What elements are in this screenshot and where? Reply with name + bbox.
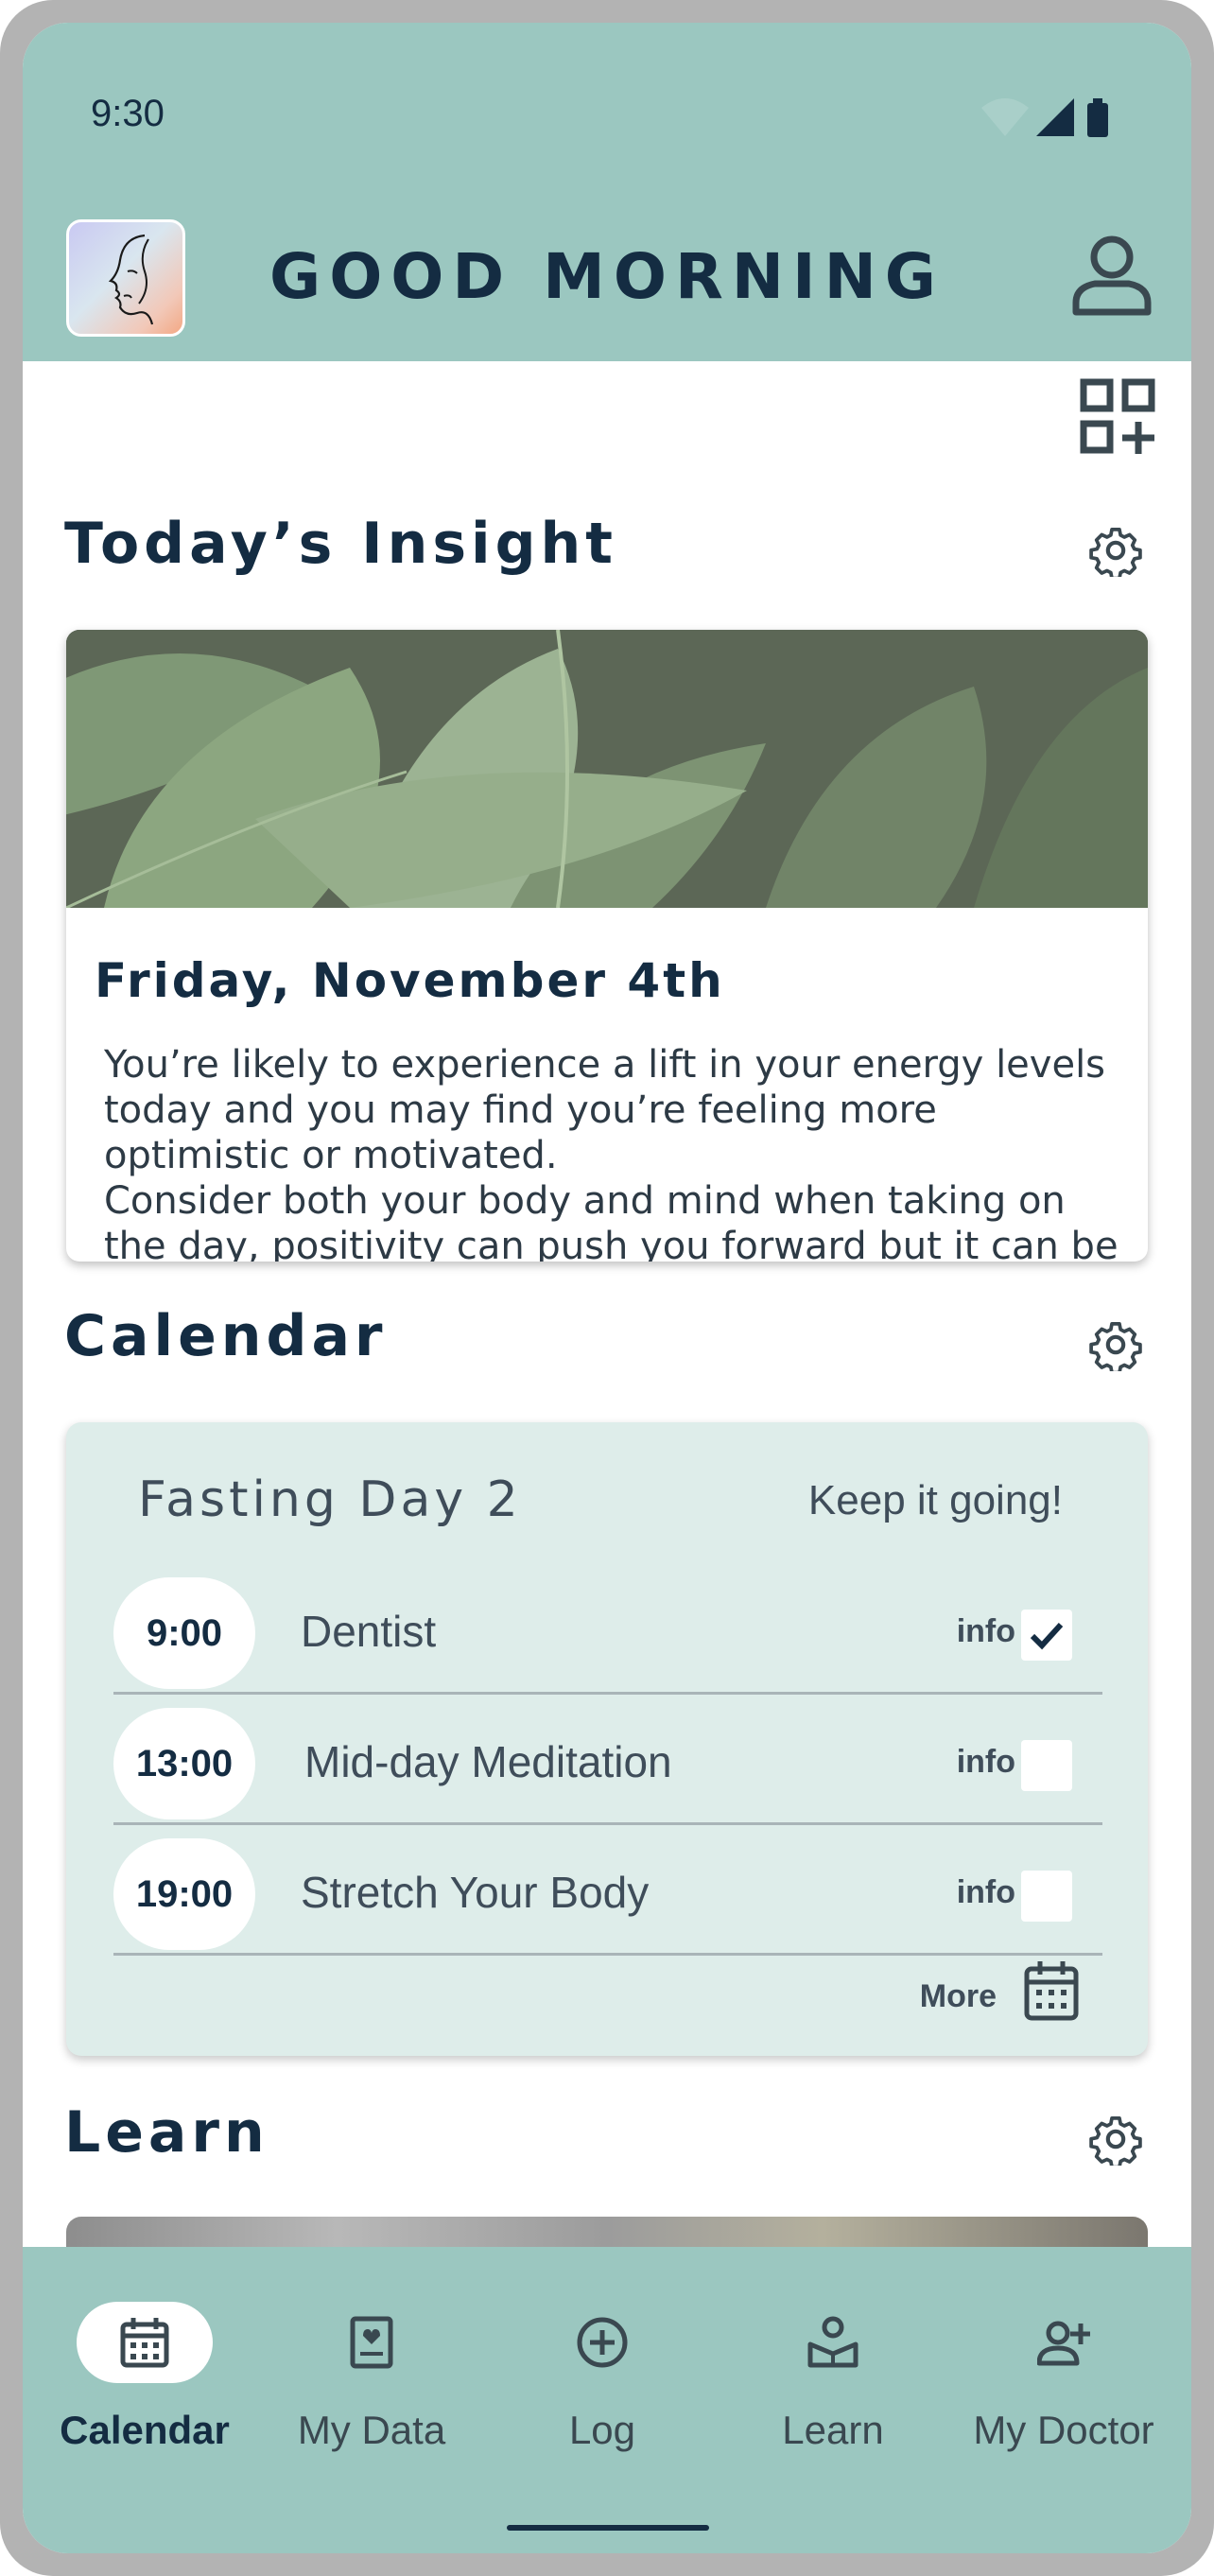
nav-label: My Doctor bbox=[973, 2408, 1154, 2452]
event-time: 13:00 bbox=[113, 1708, 255, 1819]
nav-icon-container bbox=[534, 2302, 670, 2383]
signal-icon bbox=[1036, 98, 1074, 136]
nav-active-indicator bbox=[77, 2302, 213, 2383]
more-events-link[interactable]: More bbox=[920, 1978, 997, 2015]
learn-settings-gear-icon[interactable] bbox=[1089, 2113, 1142, 2166]
fasting-day-label: Fasting Day 2 bbox=[138, 1471, 522, 1528]
bottom-nav: Calendar My Data Log Learn My Doctor bbox=[23, 2247, 1191, 2553]
event-info-link[interactable]: info bbox=[957, 1744, 1015, 1781]
calendar-event-row[interactable]: 13:00 Mid-day Meditation info bbox=[113, 1695, 1102, 1825]
data-book-icon bbox=[350, 2316, 393, 2369]
plant-leaves-image bbox=[66, 630, 1148, 908]
learn-icon bbox=[807, 2316, 858, 2368]
insight-card[interactable]: Friday, November 4th You’re likely to ex… bbox=[66, 630, 1148, 1262]
calendar-icon bbox=[120, 2318, 169, 2368]
insight-paragraph: Consider both your body and mind when ta… bbox=[104, 1179, 1119, 1262]
event-label: Stretch Your Body bbox=[301, 1868, 650, 1917]
event-time: 19:00 bbox=[113, 1838, 255, 1950]
status-bar: 9:30 bbox=[23, 23, 1191, 172]
add-widget-icon[interactable] bbox=[1078, 376, 1157, 456]
nav-label: My Data bbox=[297, 2408, 446, 2452]
nav-label: Log bbox=[568, 2408, 636, 2452]
nav-icon-container bbox=[996, 2302, 1132, 2383]
add-circle-icon bbox=[577, 2317, 628, 2368]
event-checkbox[interactable] bbox=[1021, 1740, 1072, 1791]
event-info-link[interactable]: info bbox=[957, 1613, 1015, 1650]
wifi-icon bbox=[981, 98, 1029, 136]
nav-label: Learn bbox=[782, 2408, 884, 2452]
event-checkbox-checked[interactable] bbox=[1021, 1610, 1072, 1661]
event-label: Dentist bbox=[301, 1607, 437, 1656]
add-person-icon bbox=[1037, 2321, 1090, 2366]
home-indicator[interactable] bbox=[507, 2525, 709, 2531]
insight-section-title: Today’s Insight bbox=[64, 511, 617, 577]
app-screen: 9:30 GOOD MORNING Today’s Insight Friday… bbox=[23, 23, 1191, 2553]
device-frame: 9:30 GOOD MORNING Today’s Insight Friday… bbox=[0, 0, 1214, 2576]
nav-item-log[interactable]: Log bbox=[494, 2302, 711, 2452]
insight-paragraph: You’re likely to experience a lift in yo… bbox=[104, 1043, 1106, 1177]
insight-text: You’re likely to experience a lift in yo… bbox=[104, 1042, 1125, 1262]
event-label: Mid-day Meditation bbox=[304, 1737, 672, 1786]
learn-section-title: Learn bbox=[64, 2099, 269, 2166]
calendar-event-row[interactable]: 9:00 Dentist info bbox=[113, 1564, 1102, 1695]
nav-item-learn[interactable]: Learn bbox=[724, 2302, 942, 2452]
insight-date: Friday, November 4th bbox=[95, 953, 725, 1008]
app-bar: GOOD MORNING bbox=[23, 172, 1191, 361]
nav-item-calendar[interactable]: Calendar bbox=[36, 2302, 253, 2452]
calendar-icon[interactable] bbox=[1023, 1959, 1080, 2022]
nav-icon-container bbox=[765, 2302, 901, 2383]
battery-icon bbox=[1087, 98, 1108, 137]
nav-icon-container bbox=[304, 2302, 440, 2383]
nav-label: Calendar bbox=[60, 2408, 230, 2452]
calendar-card: Fasting Day 2 Keep it going! 9:00 Dentis… bbox=[66, 1422, 1148, 2056]
profile-icon[interactable] bbox=[1067, 229, 1157, 320]
status-time: 9:30 bbox=[91, 93, 165, 134]
nav-item-my-doctor[interactable]: My Doctor bbox=[955, 2302, 1172, 2452]
event-time: 9:00 bbox=[113, 1577, 255, 1689]
event-info-link[interactable]: info bbox=[957, 1874, 1015, 1911]
calendar-section-title: Calendar bbox=[64, 1303, 388, 1369]
nav-item-my-data[interactable]: My Data bbox=[263, 2302, 480, 2452]
insight-settings-gear-icon[interactable] bbox=[1089, 524, 1142, 577]
calendar-settings-gear-icon[interactable] bbox=[1089, 1318, 1142, 1371]
checkmark-icon bbox=[1030, 1622, 1064, 1650]
greeting-title: GOOD MORNING bbox=[269, 240, 945, 313]
motto-label: Keep it going! bbox=[807, 1477, 1063, 1523]
calendar-event-row[interactable]: 19:00 Stretch Your Body info bbox=[113, 1825, 1102, 1956]
event-checkbox[interactable] bbox=[1021, 1871, 1072, 1922]
status-icons bbox=[981, 98, 1108, 137]
